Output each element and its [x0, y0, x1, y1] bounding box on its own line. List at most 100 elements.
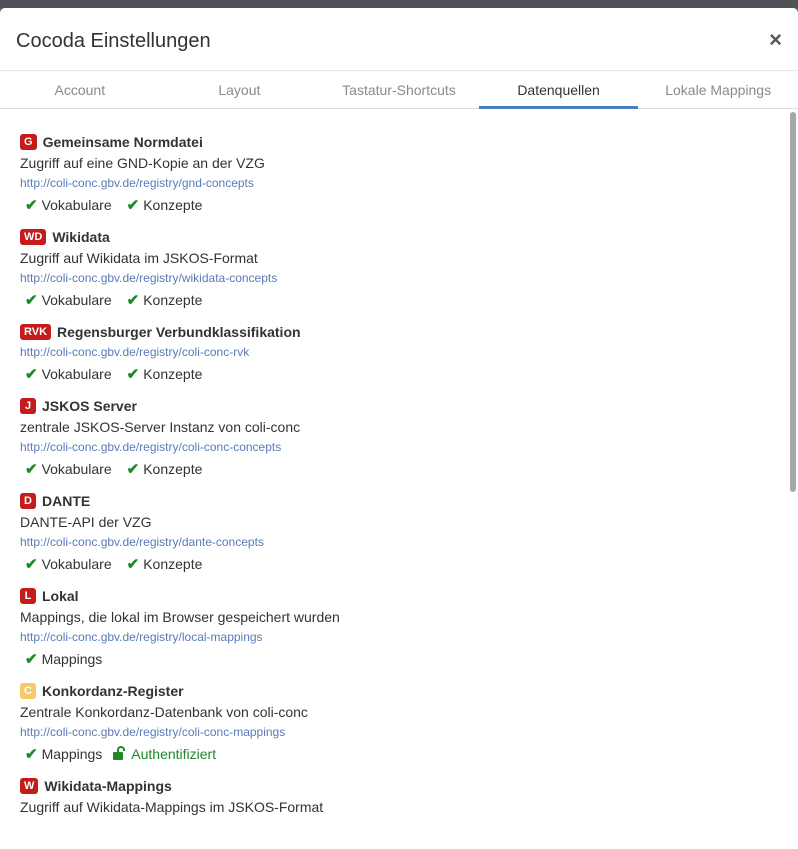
tab-keyboard-shortcuts[interactable]: Tastatur-Shortcuts	[319, 71, 479, 108]
tab-local-mappings[interactable]: Lokale Mappings	[638, 71, 798, 108]
provider-item: G Gemeinsame Normdatei Zugriff auf eine GN…	[0, 132, 786, 215]
provider-header: WD Wikidata	[20, 227, 786, 247]
capability-label: Konzepte	[143, 366, 203, 382]
capability-item: ✔ Vokabulare	[25, 365, 112, 383]
provider-name: Lokal	[42, 588, 79, 604]
capability-item: ✔ Mappings	[25, 650, 102, 668]
provider-badge: J	[20, 398, 36, 414]
provider-header: D DANTE	[20, 491, 786, 511]
check-icon: ✔	[25, 197, 38, 214]
provider-header: J JSKOS Server	[20, 396, 786, 416]
provider-name: Wikidata	[52, 229, 110, 245]
provider-capabilities: ✔ Mappings Authentifiziert	[20, 744, 786, 764]
auth-label: Authentifiziert	[131, 746, 217, 762]
capability-label: Vokabulare	[41, 556, 112, 572]
check-icon: ✔	[126, 556, 140, 573]
capability-item: ✔ Konzepte	[127, 196, 203, 214]
unlock-icon	[112, 745, 126, 763]
provider-badge: L	[20, 588, 36, 604]
provider-item: W Wikidata-Mappings Zugriff auf Wikidata-M…	[0, 776, 786, 817]
capability-item: ✔ Konzepte	[127, 291, 203, 309]
capability-item: ✔ Konzepte	[127, 555, 203, 573]
provider-capabilities: ✔ Vokabulare ✔ Konzepte	[20, 554, 786, 574]
capability-label: Mappings	[41, 746, 103, 762]
provider-url-link[interactable]: http://coli-conc.gbv.de/registry/dante-c…	[20, 534, 786, 551]
provider-url-link[interactable]: http://coli-conc.gbv.de/registry/local-m…	[20, 629, 786, 646]
settings-tabs: Account Layout Tastatur-Shortcuts Datenq…	[0, 70, 798, 109]
check-icon: ✔	[25, 746, 38, 763]
tab-account[interactable]: Account	[0, 71, 160, 108]
provider-header: G Gemeinsame Normdatei	[20, 132, 786, 152]
capability-item: ✔ Konzepte	[127, 365, 203, 383]
modal-title: Cocoda Einstellungen	[16, 30, 211, 52]
provider-badge: C	[20, 683, 36, 699]
capability-item: ✔ Vokabulare	[25, 555, 112, 573]
provider-item: J JSKOS Server zentrale JSKOS-Server Insta…	[0, 396, 786, 479]
provider-badge: W	[20, 778, 39, 794]
provider-name: DANTE	[42, 493, 91, 509]
provider-description: Zugriff auf Wikidata im JSKOS-Format	[20, 250, 258, 266]
provider-description: Zugriff auf Wikidata-Mappings im JSKOS-F…	[20, 799, 324, 815]
modal-header: Cocoda Einstellungen ×	[0, 8, 798, 70]
provider-capabilities: ✔ Vokabulare ✔ Konzepte	[20, 290, 786, 310]
provider-item: L Lokal Mappings, die lokal im Browser ges…	[0, 586, 786, 669]
check-icon: ✔	[25, 651, 38, 668]
provider-url-link[interactable]: http://coli-conc.gbv.de/registry/gnd-con…	[20, 175, 786, 192]
check-icon: ✔	[25, 461, 38, 478]
capability-item: ✔ Vokabulare	[25, 291, 112, 309]
provider-badge: RVK	[20, 324, 52, 340]
modal-backdrop	[0, 0, 798, 8]
provider-name: Konkordanz-Register	[42, 683, 184, 699]
provider-item: D DANTE DANTE-API der VZG http://coli-conc.…	[0, 491, 786, 574]
provider-item: WD Wikidata Zugriff auf Wikidata im JSKOS-…	[0, 227, 786, 310]
provider-capabilities: ✔ Mappings	[20, 649, 786, 669]
settings-modal: Cocoda Einstellungen × Account Layout Ta…	[0, 8, 798, 849]
provider-header: L Lokal	[20, 586, 786, 606]
provider-header: W Wikidata-Mappings	[20, 776, 786, 796]
provider-badge: D	[20, 493, 36, 509]
provider-badge: WD	[20, 229, 47, 245]
capability-item: ✔ Konzepte	[127, 460, 203, 478]
provider-description: Zentrale Konkordanz-Datenbank von coli-c…	[20, 704, 308, 720]
check-icon: ✔	[25, 292, 38, 309]
provider-item: C Konkordanz-Register Zentrale Konkordanz-…	[0, 681, 786, 764]
check-icon: ✔	[126, 197, 140, 214]
provider-description: zentrale JSKOS-Server Instanz von coli-c…	[20, 419, 301, 435]
check-icon: ✔	[126, 292, 140, 309]
capability-label: Konzepte	[143, 292, 203, 308]
tab-data-sources[interactable]: Datenquellen	[478, 71, 639, 109]
capability-label: Konzepte	[143, 556, 203, 572]
capability-label: Konzepte	[143, 461, 203, 477]
provider-name: Regensburger Verbundklassifikation	[57, 324, 301, 340]
close-button[interactable]: ×	[769, 28, 782, 52]
capability-item: ✔ Vokabulare	[25, 460, 112, 478]
provider-list: G Gemeinsame Normdatei Zugriff auf eine GN…	[0, 110, 786, 849]
capability-item: ✔ Vokabulare	[25, 196, 112, 214]
provider-description: Zugriff auf eine GND-Kopie an der VZG	[20, 155, 265, 171]
auth-status[interactable]: Authentifiziert	[112, 745, 217, 763]
capability-label: Konzepte	[143, 197, 203, 213]
provider-url-link[interactable]: http://coli-conc.gbv.de/registry/coli-co…	[20, 724, 786, 741]
provider-capabilities: ✔ Vokabulare ✔ Konzepte	[20, 195, 786, 215]
provider-url-link[interactable]: http://coli-conc.gbv.de/registry/wikidat…	[20, 270, 786, 287]
provider-name: JSKOS Server	[42, 398, 137, 414]
provider-url-link[interactable]: http://coli-conc.gbv.de/registry/coli-co…	[20, 439, 786, 456]
check-icon: ✔	[25, 366, 38, 383]
provider-capabilities: ✔ Vokabulare ✔ Konzepte	[20, 364, 786, 384]
provider-url-link[interactable]: http://coli-conc.gbv.de/registry/coli-co…	[20, 344, 786, 361]
tab-layout[interactable]: Layout	[160, 71, 320, 108]
capability-label: Mappings	[41, 651, 103, 667]
scrollbar[interactable]	[790, 112, 796, 492]
provider-header: RVK Regensburger Verbundklassifikation	[20, 322, 786, 342]
capability-label: Vokabulare	[41, 197, 112, 213]
capability-item: ✔ Mappings	[25, 745, 102, 763]
provider-description: Mappings, die lokal im Browser gespeiche…	[20, 609, 340, 625]
check-icon: ✔	[126, 366, 140, 383]
capability-label: Vokabulare	[41, 292, 112, 308]
check-icon: ✔	[126, 461, 140, 478]
provider-description: DANTE-API der VZG	[20, 514, 152, 530]
provider-item: RVK Regensburger Verbundklassifikation htt…	[0, 322, 786, 384]
provider-header: C Konkordanz-Register	[20, 681, 786, 701]
provider-badge: G	[20, 134, 37, 150]
check-icon: ✔	[25, 556, 38, 573]
